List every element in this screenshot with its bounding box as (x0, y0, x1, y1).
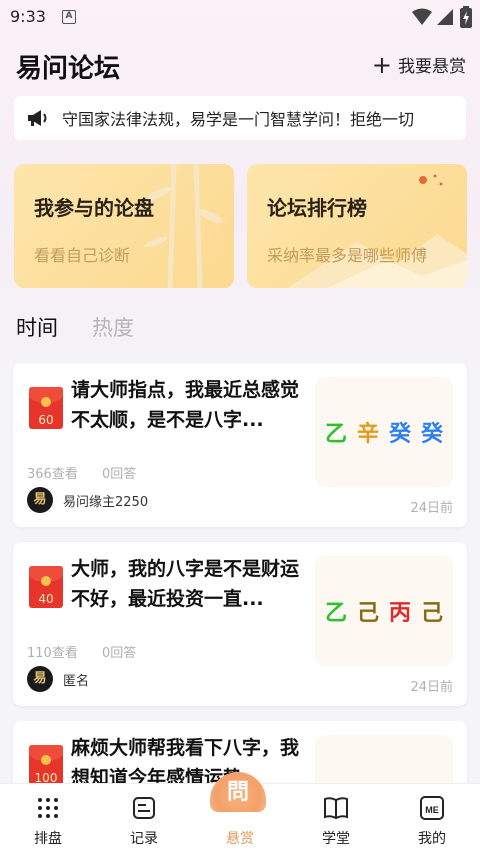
bazi-char: 乙 (324, 600, 347, 626)
nav-label: 学堂 (322, 831, 350, 847)
nav-label: 排盘 (34, 831, 62, 847)
post-stats: 110查看 0回答 (27, 642, 156, 661)
svg-text:ME: ME (425, 805, 439, 815)
nav-label: 悬赏 (226, 831, 254, 847)
record-icon (133, 797, 155, 819)
plus-icon: + (371, 50, 392, 79)
status-time: 9:33 (10, 7, 46, 26)
bamboo-icon (144, 164, 223, 288)
card-subtitle: 采纳率最多是哪些师傅 (267, 246, 428, 265)
nav-label: 记录 (130, 831, 158, 847)
red-envelope-icon: 60 (29, 387, 63, 429)
post-date: 24日前 (410, 680, 453, 695)
post-title: 请大师指点，我最近总感觉不太顺，是不是八字... (71, 379, 300, 431)
nav-item-school[interactable]: 学堂 (288, 794, 384, 848)
sort-tabs: 时间 热度 (16, 312, 168, 342)
mountains-icon (287, 174, 467, 288)
post-reward-label: 我要悬赏 (398, 57, 466, 77)
bazi-char: 癸 (389, 421, 412, 447)
author-name: 易问缘主2250 (63, 494, 149, 510)
grid-icon (38, 798, 58, 818)
red-envelope-icon: 40 (29, 566, 63, 608)
post-title: 大师，我的八字是不是财运不好，最近投资一直... (71, 558, 300, 610)
card-title: 论坛排行榜 (267, 196, 367, 220)
post-author: 易 易问缘主2250 (27, 487, 148, 513)
reply-count: 0回答 (101, 646, 137, 661)
reward-amount: 60 (38, 413, 54, 427)
bazi-char: 己 (421, 600, 444, 626)
post-author: 易 匿名 (27, 666, 89, 692)
nav-item-reward[interactable]: 悬赏 (192, 794, 288, 848)
avatar: 易 (27, 666, 53, 692)
notification-a-icon: A (62, 10, 76, 24)
forum-leaderboard-card[interactable]: 论坛排行榜 采纳率最多是哪些师傅 (247, 164, 467, 288)
post-card[interactable]: 60 请大师指点，我最近总感觉不太顺，是不是八字... 乙 辛 癸 癸 366查… (13, 363, 467, 527)
bazi-char: 辛 (356, 421, 379, 447)
bottom-nav: 排盘 记录 問 悬赏 学堂 ME 我的 (0, 772, 480, 853)
post-date: 24日前 (410, 501, 453, 516)
card-title: 我参与的论盘 (34, 196, 154, 220)
nav-label: 我的 (418, 831, 446, 847)
bazi-char: 癸 (421, 421, 444, 447)
post-reward-button[interactable]: + 我要悬赏 (371, 50, 466, 79)
wifi-icon (412, 8, 432, 25)
nav-item-paipan[interactable]: 排盘 (0, 794, 96, 848)
avatar: 易 (27, 487, 53, 513)
page-title: 易问论坛 (16, 54, 121, 84)
my-discussions-card[interactable]: 我参与的论盘 看看自己诊断 (14, 164, 234, 288)
card-subtitle: 看看自己诊断 (34, 246, 131, 265)
battery-icon (460, 6, 472, 28)
tab-time[interactable]: 时间 (16, 312, 58, 342)
reply-count: 0回答 (101, 467, 137, 482)
view-count: 110查看 (27, 646, 78, 661)
post-card[interactable]: 40 大师，我的八字是不是财运不好，最近投资一直... 乙 己 丙 己 110查… (13, 542, 467, 706)
bazi-char: 乙 (324, 421, 347, 447)
book-icon (324, 797, 348, 820)
bazi-char: 丙 (389, 600, 412, 626)
bazi-preview: 乙 辛 癸 癸 (315, 377, 453, 487)
nav-item-records[interactable]: 记录 (96, 794, 192, 848)
tab-popularity[interactable]: 热度 (92, 312, 134, 342)
status-bar: 9:33 A (0, 0, 480, 34)
red-envelope-icon: 100 (29, 745, 63, 787)
header: 易问论坛 + 我要悬赏 (0, 40, 480, 90)
notice-bar[interactable]: 守国家法律法规，易学是一门智慧学问！拒绝一切 (14, 96, 466, 140)
bazi-preview: 乙 己 丙 己 (315, 556, 453, 666)
view-count: 366查看 (27, 467, 78, 482)
post-stats: 366查看 0回答 (27, 463, 156, 482)
author-name: 匿名 (63, 673, 90, 689)
notice-text: 守国家法律法规，易学是一门智慧学问！拒绝一切 (62, 110, 415, 129)
nav-item-me[interactable]: ME 我的 (384, 794, 480, 848)
signal-icon (437, 9, 453, 25)
megaphone-icon (28, 110, 47, 126)
bazi-char: 己 (356, 600, 379, 626)
me-icon: ME (420, 796, 444, 820)
reward-amount: 40 (38, 592, 54, 606)
